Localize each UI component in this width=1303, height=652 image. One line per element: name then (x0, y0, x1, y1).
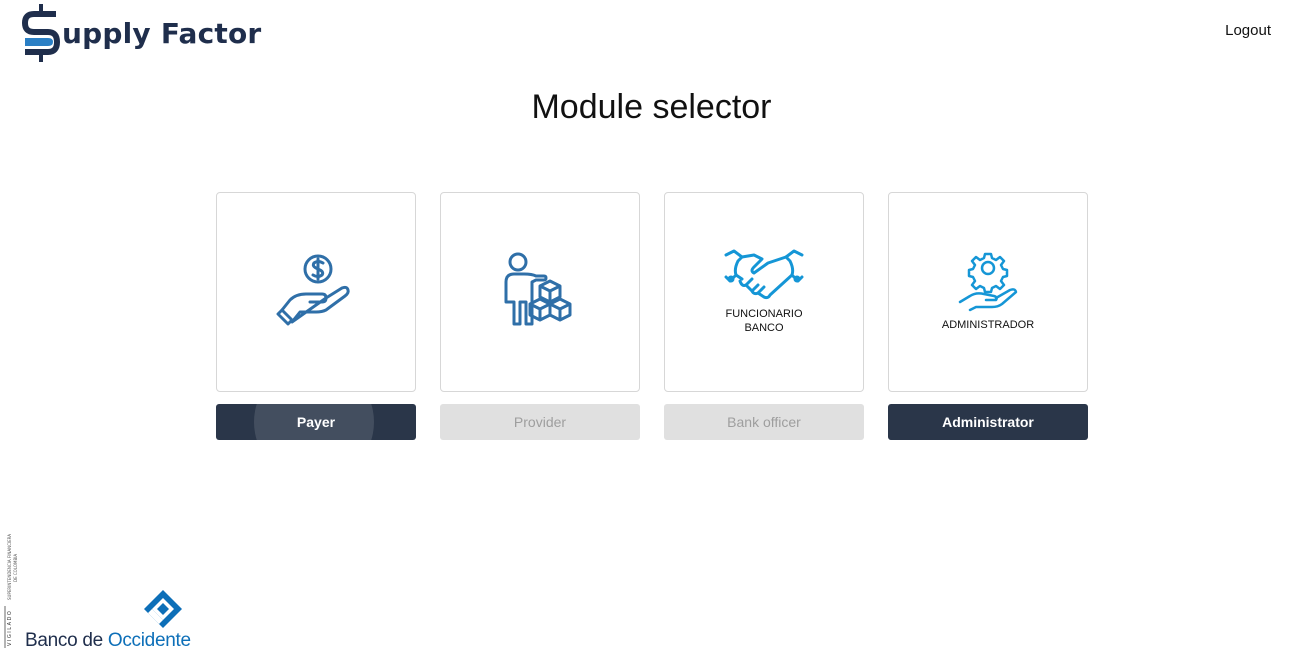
module-list: Payer Provider FUNCIONARIO BANCO Bank of… (216, 192, 1088, 440)
payer-card[interactable] (216, 192, 416, 392)
person-boxes-icon (504, 252, 572, 326)
vigilado-seal: VIGILADO SUPERINTENDENCIA FINANCIERA DE … (4, 534, 18, 648)
bank-officer-button[interactable]: Bank officer (664, 404, 864, 440)
bank-officer-card[interactable]: FUNCIONARIO BANCO (664, 192, 864, 392)
svg-text:DE COLOMBIA: DE COLOMBIA (13, 554, 18, 582)
administrator-caption: ADMINISTRADOR (941, 319, 1035, 331)
logout-button[interactable]: Logout (1225, 22, 1271, 39)
svg-text:SUPERINTENDENCIA FINANCIERA: SUPERINTENDENCIA FINANCIERA (7, 534, 12, 600)
svg-text:VIGILADO: VIGILADO (7, 610, 13, 646)
logo-text: upply Factor (62, 16, 262, 50)
module-provider: Provider (440, 192, 640, 440)
module-administrator: ADMINISTRADOR Administrator (888, 192, 1088, 440)
payer-button-label: Payer (296, 414, 336, 430)
supply-factor-logo[interactable]: upply Factor (22, 4, 261, 62)
provider-card[interactable] (440, 192, 640, 392)
bank-officer-button-label: Bank officer (727, 414, 801, 430)
bank-name-part-1: Banco de (25, 630, 108, 651)
administrator-button-label: Administrator (942, 414, 1034, 430)
bank-officer-caption: FUNCIONARIO BANCO (726, 307, 803, 335)
module-payer: Payer (216, 192, 416, 440)
hand-gear-icon (958, 252, 1018, 312)
administrator-button[interactable]: Administrator (888, 404, 1088, 440)
dollar-s-logo-icon (22, 4, 60, 62)
handshake-icon (724, 249, 804, 300)
bank-name-part-2: Occidente (107, 630, 191, 651)
module-bank-officer: FUNCIONARIO BANCO Bank officer (664, 192, 864, 440)
hand-dollar-icon (276, 254, 350, 326)
caption-line-2: BANCO (744, 322, 784, 334)
app-header: upply Factor Logout (0, 0, 1303, 80)
bank-name: Banco de Occidente (25, 630, 191, 652)
administrator-card[interactable]: ADMINISTRADOR (888, 192, 1088, 392)
provider-button-label: Provider (513, 414, 567, 430)
banco-occidente-logo-icon (144, 590, 182, 628)
page-title: Module selector (531, 88, 772, 126)
caption-line-1: FUNCIONARIO (725, 308, 803, 320)
payer-button[interactable]: Payer (216, 404, 416, 440)
provider-button[interactable]: Provider (440, 404, 640, 440)
